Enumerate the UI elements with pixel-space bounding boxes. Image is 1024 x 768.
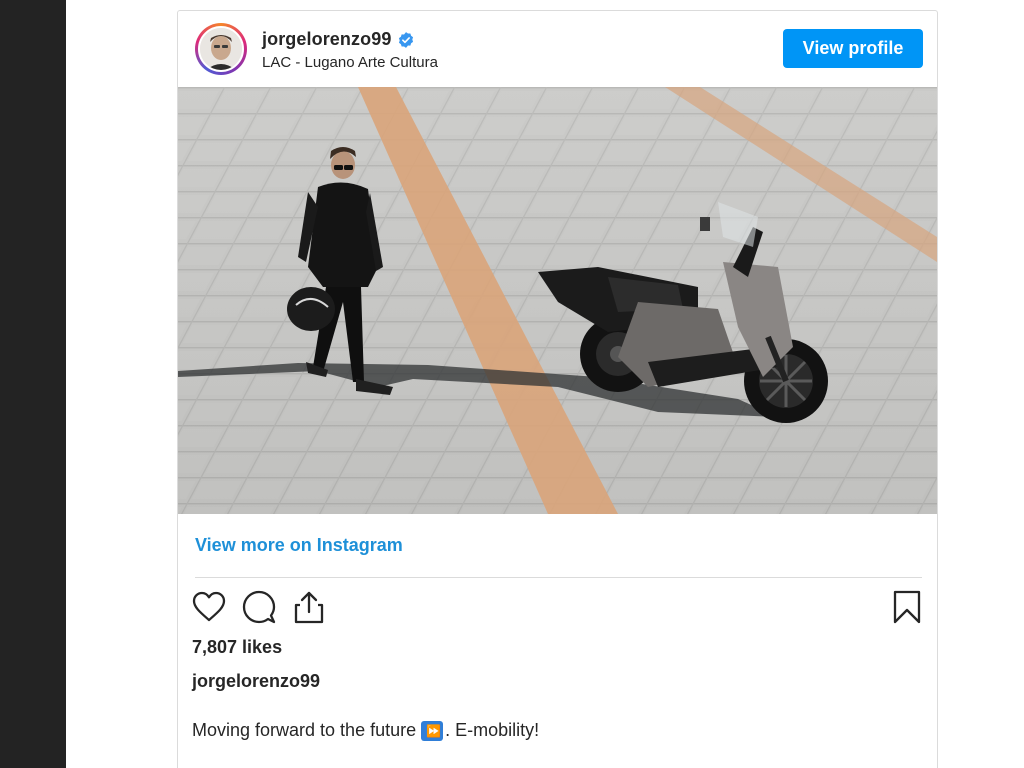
action-bar bbox=[191, 589, 925, 625]
profile-avatar[interactable] bbox=[195, 23, 247, 75]
like-button[interactable] bbox=[191, 589, 227, 625]
post-photo[interactable] bbox=[178, 87, 937, 514]
avatar-image bbox=[198, 26, 244, 72]
share-icon bbox=[294, 591, 324, 624]
caption-username[interactable]: jorgelorenzo99 bbox=[192, 671, 320, 692]
likes-count[interactable]: 7,807 likes bbox=[192, 637, 282, 658]
caption-text: Moving forward to the future ⏩. E-mobili… bbox=[192, 720, 539, 741]
post-header: jorgelorenzo99 LAC - Lugano Arte Cultura… bbox=[178, 11, 937, 87]
heart-icon bbox=[192, 591, 226, 622]
caption-text-before: Moving forward to the future bbox=[192, 720, 417, 740]
verified-badge-icon bbox=[399, 31, 414, 48]
caption-text-after: . E-mobility! bbox=[445, 720, 540, 740]
instagram-embed-card: jorgelorenzo99 LAC - Lugano Arte Cultura… bbox=[177, 10, 938, 768]
divider bbox=[195, 577, 922, 578]
view-more-link[interactable]: View more on Instagram bbox=[195, 535, 403, 556]
view-profile-button[interactable]: View profile bbox=[783, 29, 923, 68]
username-row: jorgelorenzo99 bbox=[262, 29, 415, 50]
comment-icon bbox=[242, 590, 276, 624]
page: jorgelorenzo99 LAC - Lugano Arte Cultura… bbox=[0, 0, 1024, 768]
fast-forward-emoji-icon: ⏩ bbox=[421, 720, 444, 741]
save-button[interactable] bbox=[889, 589, 925, 625]
username-link[interactable]: jorgelorenzo99 bbox=[262, 29, 391, 50]
location-link[interactable]: LAC - Lugano Arte Cultura bbox=[262, 54, 438, 71]
share-button[interactable] bbox=[291, 589, 327, 625]
comment-button[interactable] bbox=[241, 589, 277, 625]
left-sidebar-bar bbox=[0, 0, 66, 768]
bookmark-icon bbox=[893, 590, 921, 624]
